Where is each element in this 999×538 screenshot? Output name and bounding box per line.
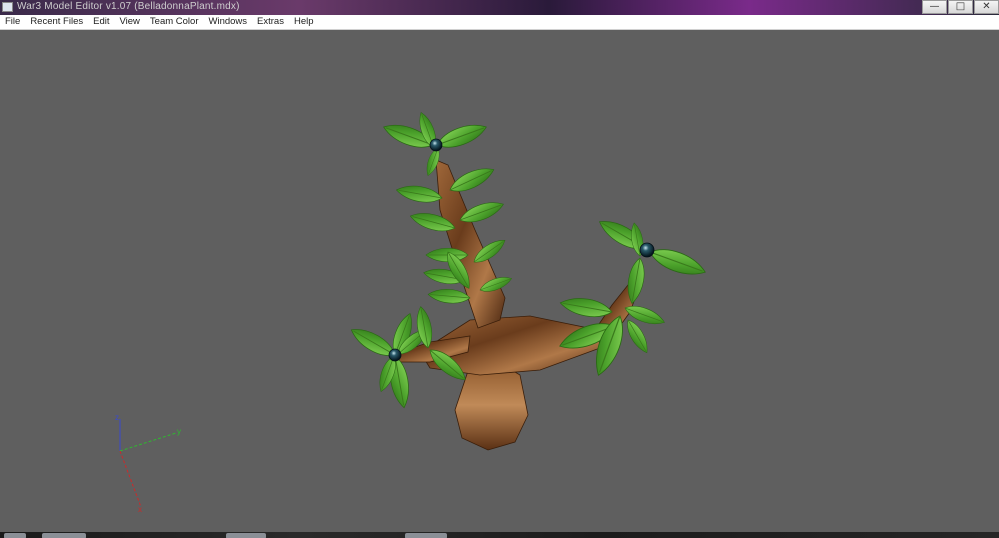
menu-windows[interactable]: Windows (204, 15, 253, 29)
menu-team-color[interactable]: Team Color (145, 15, 204, 29)
leaf (433, 118, 490, 154)
menu-view[interactable]: View (115, 15, 145, 29)
berry-top (429, 138, 443, 152)
app-window-icon[interactable] (2, 2, 13, 12)
menu-recent-files[interactable]: Recent Files (25, 15, 88, 29)
x-axis-label: x (138, 505, 142, 514)
x-axis-line (119, 450, 142, 508)
leaf (427, 287, 471, 306)
menu-file[interactable]: File (0, 15, 25, 29)
minimize-button[interactable]: — (922, 0, 947, 14)
menu-help[interactable]: Help (289, 15, 319, 29)
close-button[interactable]: ✕ (974, 0, 999, 14)
axis-gizmo: z y x (115, 413, 181, 514)
title-bar[interactable]: War3 Model Editor v1.07 (BelladonnaPlant… (0, 0, 999, 15)
taskbar[interactable] (0, 532, 999, 538)
taskbar-item[interactable] (405, 533, 447, 538)
menu-extras[interactable]: Extras (252, 15, 289, 29)
berry-right (639, 242, 655, 258)
window-title: War3 Model Editor v1.07 (BelladonnaPlant… (17, 1, 240, 12)
leaf (646, 242, 710, 282)
window-controls: — □ ✕ (921, 0, 999, 15)
taskbar-item[interactable] (42, 533, 86, 538)
maximize-button[interactable]: □ (948, 0, 973, 14)
viewport-canvas[interactable]: z y x (0, 30, 999, 532)
z-axis-label: z (115, 413, 119, 422)
menu-bar: File Recent Files Edit View Team Color W… (0, 15, 999, 30)
leaf (394, 182, 444, 206)
y-axis-label: y (177, 427, 181, 436)
start-button[interactable] (4, 533, 26, 538)
model-viewport[interactable]: z y x (0, 30, 999, 532)
menu-edit[interactable]: Edit (88, 15, 114, 29)
taskbar-item[interactable] (226, 533, 266, 538)
berry-left (388, 348, 402, 362)
belladonna-plant-model[interactable] (346, 110, 710, 451)
y-axis-line (119, 432, 177, 452)
